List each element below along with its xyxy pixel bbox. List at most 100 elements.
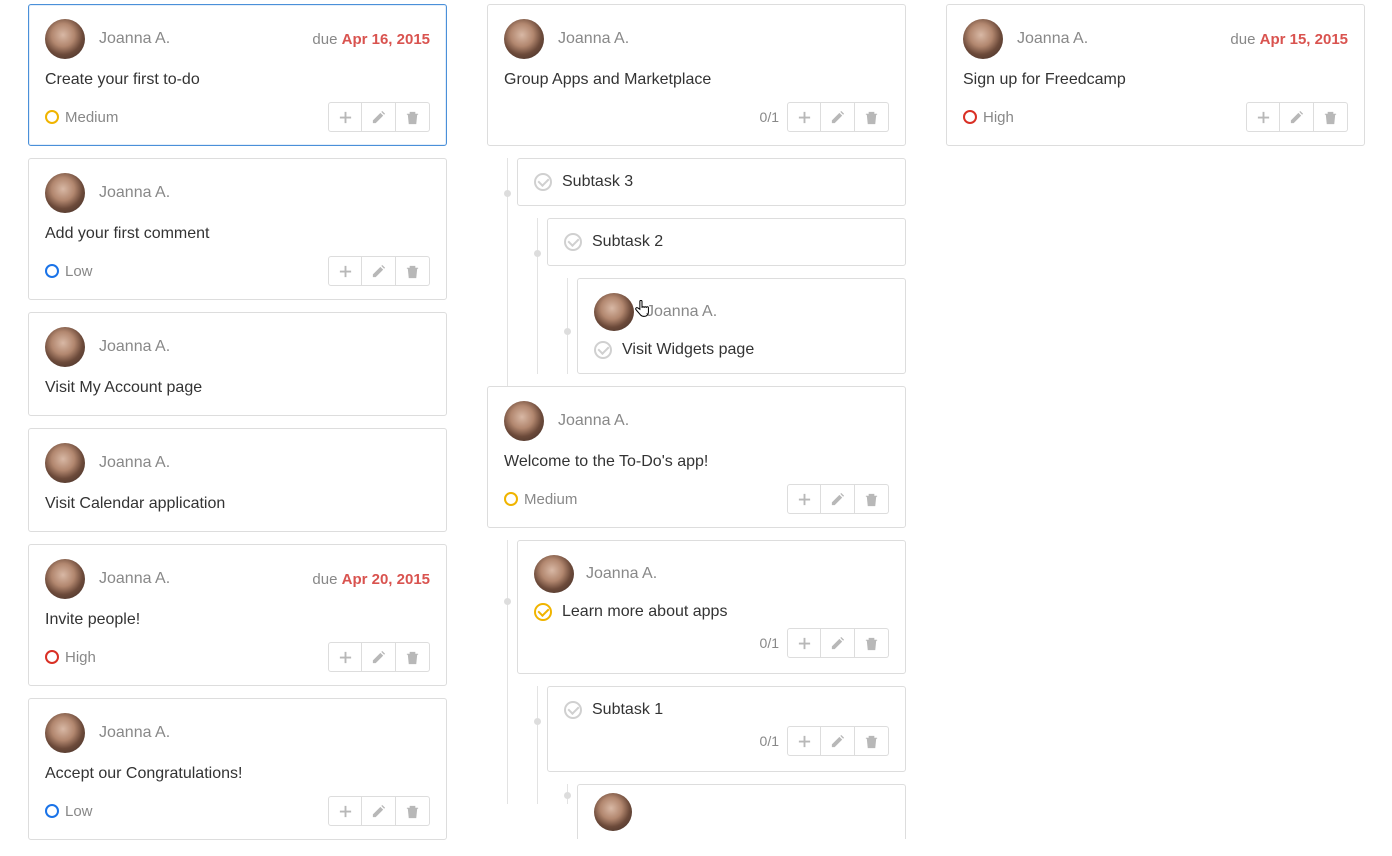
todo-title: Create your first to-do [45,71,430,95]
assignee-name: Joanna A. [558,412,629,430]
avatar [504,401,544,441]
column-2: Joanna A. Group Apps and Marketplace 0/1… [487,4,906,852]
edit-button[interactable] [821,726,855,756]
subtask-counter: 0/1 [760,635,779,651]
edit-button[interactable] [821,628,855,658]
edit-button[interactable] [821,484,855,514]
avatar [45,559,85,599]
add-button[interactable] [787,102,821,132]
subtask-card[interactable]: Joanna A. Visit Widgets page [577,278,906,374]
add-button[interactable] [787,484,821,514]
column-3: Joanna A. due Apr 15, 2015 Sign up for F… [946,4,1365,852]
edit-button[interactable] [362,796,396,826]
subtask-title: Learn more about apps [562,603,727,621]
assignee-name: Joanna A. [99,454,170,472]
assignee-name: Joanna A. [558,30,629,48]
todo-title: Visit Calendar application [45,495,430,519]
check-icon[interactable] [564,701,582,719]
edit-button[interactable] [362,256,396,286]
check-icon[interactable] [534,603,552,621]
assignee-name: Joanna A. [1017,30,1088,48]
add-button[interactable] [328,796,362,826]
priority-badge: High [45,649,96,666]
subtask-counter: 0/1 [760,109,779,125]
edit-button[interactable] [362,102,396,132]
avatar [963,19,1003,59]
todo-card[interactable]: Joanna A. Welcome to the To-Do's app! Me… [487,386,906,528]
column-1: Joanna A. due Apr 16, 2015 Create your f… [28,4,447,852]
avatar [594,293,634,331]
avatar [45,19,85,59]
edit-button[interactable] [362,642,396,672]
delete-button[interactable] [396,256,430,286]
priority-badge: High [963,109,1014,126]
due-date-label: due Apr 16, 2015 [312,31,430,48]
todo-title: Group Apps and Marketplace [504,71,889,95]
todo-card[interactable]: Joanna A. Group Apps and Marketplace 0/1 [487,4,906,146]
priority-icon-low [45,264,59,278]
add-button[interactable] [328,642,362,672]
avatar [504,19,544,59]
assignee-name: Joanna A. [99,338,170,356]
todo-card[interactable]: Joanna A. Visit Calendar application [28,428,447,532]
delete-button[interactable] [396,796,430,826]
avatar [45,173,85,213]
assignee-name: Joanna A. [646,303,717,321]
subtask-card[interactable]: Joanna A. Learn more about apps 0/1 [517,540,906,674]
avatar [45,327,85,367]
add-button[interactable] [787,628,821,658]
todo-card[interactable]: Joanna A. due Apr 15, 2015 Sign up for F… [946,4,1365,146]
todo-card[interactable]: Joanna A. Accept our Congratulations! Lo… [28,698,447,840]
priority-badge: Medium [45,109,118,126]
todo-title: Sign up for Freedcamp [963,71,1348,95]
priority-badge: Low [45,803,93,820]
check-icon[interactable] [594,341,612,359]
avatar [594,793,632,831]
delete-button[interactable] [855,102,889,132]
add-button[interactable] [328,256,362,286]
delete-button[interactable] [855,726,889,756]
add-button[interactable] [328,102,362,132]
edit-button[interactable] [821,102,855,132]
todo-title: Invite people! [45,611,430,635]
priority-icon-high [963,110,977,124]
subtask-title: Subtask 2 [592,233,663,251]
assignee-name: Joanna A. [99,30,170,48]
delete-button[interactable] [1314,102,1348,132]
todo-title: Accept our Congratulations! [45,765,430,789]
priority-icon-high [45,650,59,664]
todo-card[interactable]: Joanna A. due Apr 16, 2015 Create your f… [28,4,447,146]
assignee-name: Joanna A. [99,184,170,202]
subtask-title: Subtask 3 [562,173,633,191]
subtask-card[interactable]: Subtask 3 [517,158,906,206]
subtask-card[interactable]: Subtask 2 [547,218,906,266]
check-icon[interactable] [564,233,582,251]
delete-button[interactable] [396,642,430,672]
avatar [45,443,85,483]
todo-card[interactable]: Joanna A. due Apr 20, 2015 Invite people… [28,544,447,686]
card-actions [328,102,430,132]
delete-button[interactable] [855,484,889,514]
subtask-card[interactable]: Subtask 1 0/1 [547,686,906,772]
avatar [534,555,574,593]
edit-button[interactable] [1280,102,1314,132]
due-date-label: due Apr 15, 2015 [1230,31,1348,48]
subtask-counter: 0/1 [760,733,779,749]
subtask-title: Subtask 1 [592,701,663,719]
priority-badge: Medium [504,491,577,508]
subtask-title: Visit Widgets page [622,341,754,359]
todo-card[interactable]: Joanna A. Visit My Account page [28,312,447,416]
delete-button[interactable] [855,628,889,658]
delete-button[interactable] [396,102,430,132]
todo-card[interactable]: Joanna A. Add your first comment Low [28,158,447,300]
assignee-name: Joanna A. [99,724,170,742]
check-icon[interactable] [534,173,552,191]
add-button[interactable] [1246,102,1280,132]
todo-title: Visit My Account page [45,379,430,403]
todo-title: Welcome to the To-Do's app! [504,453,889,477]
avatar [45,713,85,753]
priority-badge: Low [45,263,93,280]
add-button[interactable] [787,726,821,756]
assignee-name: Joanna A. [99,570,170,588]
priority-icon-medium [45,110,59,124]
